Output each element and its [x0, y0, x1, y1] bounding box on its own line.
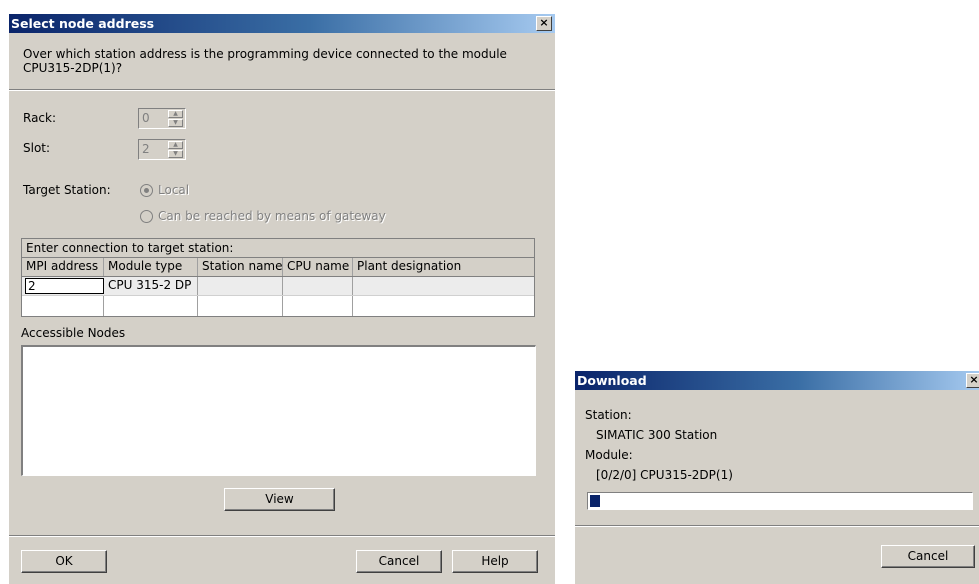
accessible-nodes-list[interactable]: [21, 345, 536, 476]
connection-group-label: Enter connection to target station:: [26, 241, 234, 255]
radio-selected-dot: [144, 188, 149, 193]
station-label: Station:: [585, 408, 632, 422]
slot-label: Slot:: [23, 141, 51, 155]
mpi-address-input[interactable]: 2: [25, 278, 104, 294]
radio-local[interactable]: [140, 184, 153, 197]
module-value: [0/2/0] CPU315-2DP(1): [596, 468, 733, 482]
ok-button[interactable]: OK: [21, 550, 107, 573]
progress-fill: [590, 495, 600, 507]
download-title-bar[interactable]: Download: [575, 371, 979, 390]
slot-spinner[interactable]: 2 ▲ ▼: [138, 139, 186, 160]
empty-cell: [283, 296, 353, 316]
download-dialog: Download × Station: SIMATIC 300 Station …: [575, 371, 979, 584]
connection-group-header: Enter connection to target station:: [22, 239, 534, 258]
table-row: [22, 296, 534, 316]
table-row: 2 CPU 315-2 DP: [22, 277, 534, 296]
column-header-row: MPI address Module type Station name CPU…: [22, 258, 534, 277]
download-title: Download: [577, 373, 647, 388]
connection-table: Enter connection to target station: MPI …: [21, 238, 535, 317]
close-icon[interactable]: ×: [536, 16, 552, 31]
rack-value: 0: [142, 111, 150, 125]
prompt-line-1: Over which station address is the progra…: [23, 47, 507, 61]
select-node-title: Select node address: [11, 16, 155, 31]
close-icon[interactable]: ×: [966, 373, 979, 388]
spin-up-icon[interactable]: ▲: [168, 141, 183, 149]
separator: [9, 535, 555, 537]
target-station-label: Target Station:: [23, 183, 111, 197]
option-local-label: Local: [158, 183, 190, 197]
column-header-cpu-name[interactable]: CPU name: [283, 258, 353, 276]
column-header-module-type[interactable]: Module type: [104, 258, 198, 276]
select-node-title-bar[interactable]: Select node address: [9, 14, 555, 33]
column-header-mpi-address[interactable]: MPI address: [22, 258, 104, 276]
slot-value: 2: [142, 142, 150, 156]
empty-cell: [104, 296, 198, 316]
separator: [575, 525, 979, 527]
empty-cell: [198, 296, 283, 316]
option-gateway-label: Can be reached by means of gateway: [158, 209, 386, 223]
prompt-line-2: CPU315-2DP(1)?: [23, 61, 123, 75]
rack-spinner[interactable]: 0 ▲ ▼: [138, 108, 186, 129]
accessible-nodes-label: Accessible Nodes: [21, 326, 126, 340]
select-node-address-dialog: Select node address × Over which station…: [9, 14, 555, 584]
station-value: SIMATIC 300 Station: [596, 428, 718, 442]
column-header-station-name[interactable]: Station name: [198, 258, 283, 276]
separator: [9, 89, 555, 91]
cancel-button[interactable]: Cancel: [356, 550, 442, 573]
module-label: Module:: [585, 448, 633, 462]
cpu-name-cell: [283, 277, 353, 295]
rack-label: Rack:: [23, 111, 57, 125]
empty-cell: [22, 296, 104, 316]
station-name-cell: [198, 277, 283, 295]
plant-designation-cell: [353, 277, 534, 295]
module-type-cell: CPU 315-2 DP: [104, 277, 198, 295]
spin-down-icon[interactable]: ▼: [168, 119, 183, 127]
view-button[interactable]: View: [224, 488, 335, 511]
radio-gateway[interactable]: [140, 210, 153, 223]
download-cancel-button[interactable]: Cancel: [881, 545, 975, 568]
download-progress-bar: [587, 492, 973, 510]
spin-up-icon[interactable]: ▲: [168, 110, 183, 118]
help-button[interactable]: Help: [452, 550, 538, 573]
spin-down-icon[interactable]: ▼: [168, 150, 183, 158]
column-header-plant-designation[interactable]: Plant designation: [353, 258, 534, 276]
